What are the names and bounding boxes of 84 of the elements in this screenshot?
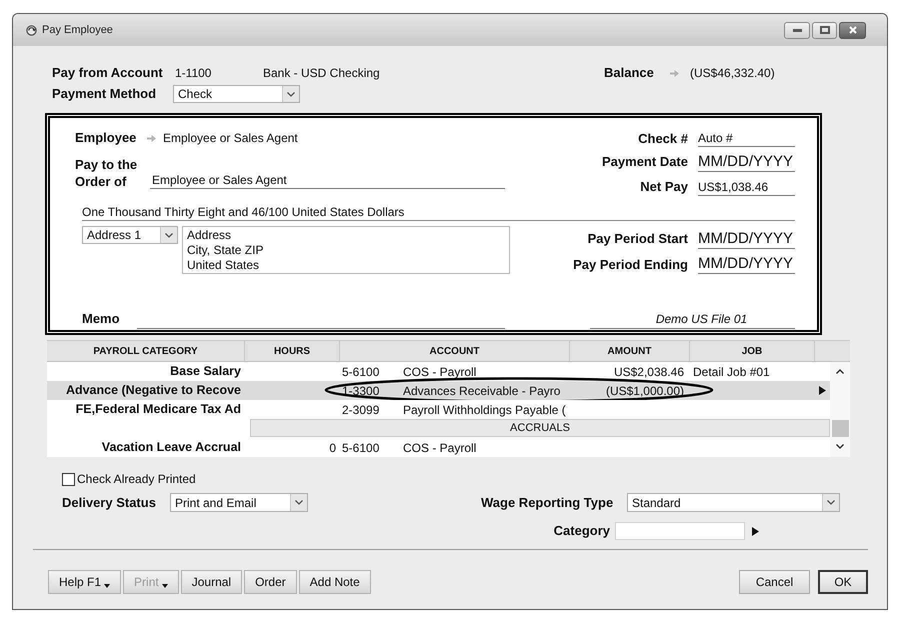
- column-header[interactable]: HOURS: [245, 341, 340, 361]
- triangle-right-icon[interactable]: [752, 526, 759, 536]
- table-cell: Detail Job #01: [693, 364, 770, 378]
- payment-method-select[interactable]: Check: [173, 85, 300, 103]
- table-cell-text: COS - Payroll: [403, 364, 476, 380]
- chevron-down-icon: [822, 494, 839, 511]
- chevron-down-icon: [290, 494, 307, 511]
- field-label: Memo: [82, 310, 121, 328]
- section-band: ACCRUALS: [250, 419, 830, 437]
- row-pointer-icon[interactable]: [819, 386, 826, 395]
- date-field[interactable]: MM/DD/YYYY: [698, 255, 795, 274]
- field-label: Check #: [637, 130, 688, 147]
- account-number: 1-1100: [175, 65, 212, 82]
- field-label: Pay Period Ending: [573, 256, 688, 274]
- delivery-status-select[interactable]: Print and Email: [170, 493, 308, 512]
- address-select[interactable]: Address 1: [82, 226, 178, 244]
- table-cell-text: Base Salary: [170, 363, 241, 380]
- amount-in-words: One Thousand Thirty Eight and 46/100 United States Dollars: [82, 205, 795, 221]
- field-label: Net Pay: [639, 178, 688, 196]
- field-label: Category: [552, 522, 610, 540]
- address-box[interactable]: Address City, State ZIP United States: [182, 226, 510, 274]
- toolbar-button[interactable]: Add Note: [298, 570, 371, 594]
- minimize-button[interactable]: [784, 22, 810, 38]
- employee-value[interactable]: Employee or Sales Agent: [163, 129, 298, 147]
- account-name: Bank - USD Checking: [263, 65, 381, 82]
- chevron-down-icon: [282, 86, 299, 102]
- table-cell-text: 5-6100: [342, 440, 380, 456]
- caret-down-icon: [104, 584, 110, 588]
- table-cell-text: Advance (Negative to Recove: [66, 382, 241, 400]
- minimize-icon: [792, 28, 802, 32]
- payee-field[interactable]: Employee or Sales Agent: [150, 172, 505, 189]
- close-button[interactable]: [839, 22, 866, 38]
- check-input-field[interactable]: MM/DD/YYYY: [698, 152, 795, 172]
- field-label: Delivery Status: [62, 494, 157, 512]
- field-label: Pay from Account: [52, 64, 164, 82]
- toolbar-button[interactable]: Order: [244, 570, 297, 594]
- column-header[interactable]: PAYROLL CATEGORY: [47, 341, 245, 361]
- address-line: Address: [187, 228, 232, 243]
- address-line: United States: [187, 258, 260, 273]
- table-cell-text: FE,Federal Medicare Tax Ad: [76, 401, 241, 418]
- maximize-button[interactable]: [812, 22, 837, 38]
- scrollbar[interactable]: [830, 362, 850, 457]
- table-cell-text: Vacation Leave Accrual: [102, 439, 241, 456]
- table-cell-text: 2-3099: [342, 402, 380, 418]
- file-name-field: Demo US File 01: [590, 310, 795, 328]
- table-cell-text: COS - Payroll: [403, 440, 476, 456]
- field-label: Pay Period Start: [586, 230, 688, 248]
- field-label: Payment Method: [52, 85, 158, 104]
- field-label: Employee: [75, 129, 138, 148]
- field-label: Payment Date: [602, 153, 688, 171]
- column-header[interactable]: JOB: [690, 341, 815, 361]
- chevron-up-icon[interactable]: [836, 369, 844, 374]
- table-cell-text: 0: [329, 440, 336, 456]
- checkbox[interactable]: [62, 472, 75, 486]
- check-input-field[interactable]: US$1,038.46: [698, 179, 795, 196]
- chevron-down-icon[interactable]: [836, 444, 844, 449]
- close-icon: [848, 26, 856, 34]
- field-label: Balance: [604, 64, 655, 82]
- field-label: Wage Reporting Type: [481, 494, 614, 512]
- toolbar-button[interactable]: Help F1: [48, 570, 122, 594]
- wage-reporting-select[interactable]: Standard: [627, 493, 840, 512]
- toolbar-button[interactable]: Journal: [180, 570, 242, 594]
- chevron-down-icon: [160, 227, 177, 243]
- caret-down-icon: [162, 584, 168, 588]
- field-label: Pay to the: [75, 156, 138, 173]
- field-label: Order of: [75, 173, 128, 190]
- dialog-button[interactable]: OK: [818, 570, 868, 594]
- category-field[interactable]: [615, 522, 745, 540]
- maximize-icon: [820, 26, 830, 34]
- scrollbar-thumb[interactable]: [832, 420, 848, 437]
- table-cell-text: Advances Receivable - Payro: [403, 382, 560, 400]
- column-header[interactable]: ACCOUNT: [340, 341, 570, 361]
- table-cell-text: US$2,038.46: [614, 364, 684, 380]
- check-input-field[interactable]: Auto #: [698, 130, 795, 147]
- table-cell-text: 5-6100: [342, 364, 380, 380]
- column-header[interactable]: AMOUNT: [570, 341, 690, 361]
- dialog-button[interactable]: Cancel: [739, 570, 810, 594]
- table-cell-text: (US$1,000.00): [606, 382, 684, 400]
- checkbox-label[interactable]: Check Already Printed: [77, 470, 196, 488]
- address-line: City, State ZIP: [187, 243, 264, 258]
- balance-value: (US$46,332.40): [690, 65, 775, 82]
- date-field[interactable]: MM/DD/YYYY: [698, 230, 795, 248]
- table-cell-text: Payroll Withholdings Payable (: [403, 402, 566, 418]
- window-title: Pay Employee: [42, 22, 113, 38]
